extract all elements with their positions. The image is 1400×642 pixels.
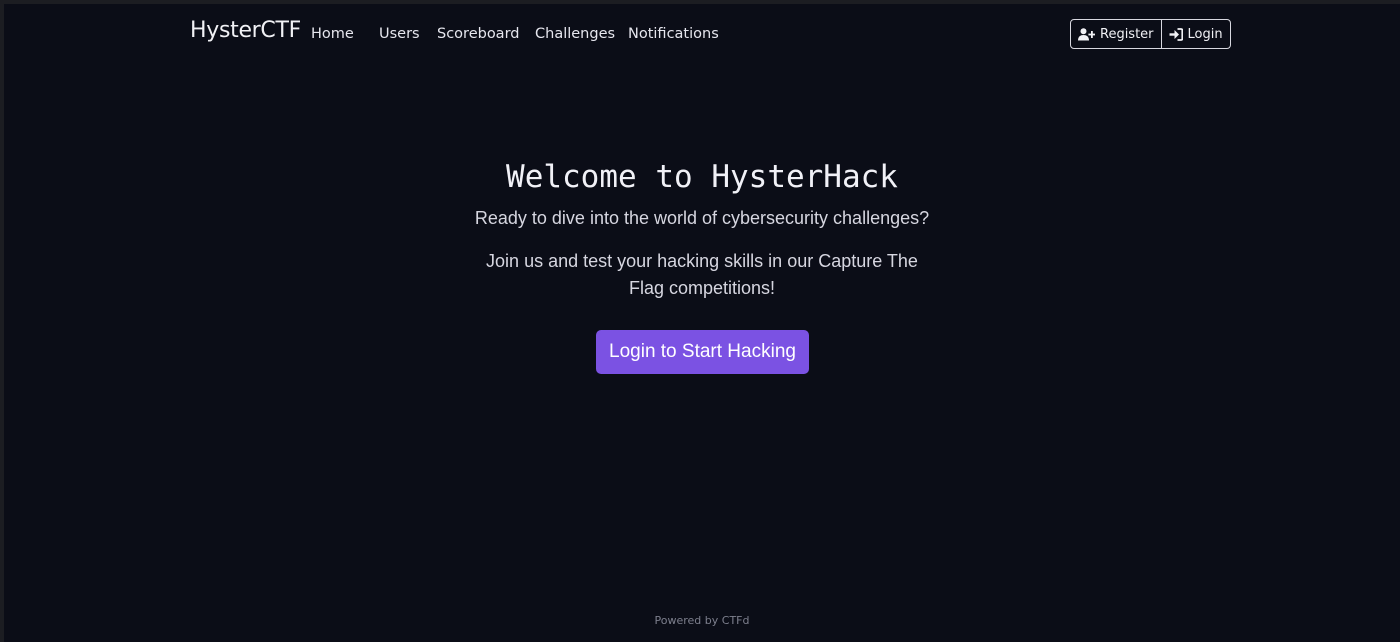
hero-description: Join us and test your hacking skills in …	[486, 251, 918, 298]
nav-link-challenges[interactable]: Challenges	[535, 24, 615, 44]
register-label: Register	[1100, 26, 1154, 42]
brand-logo[interactable]: HysterCTF	[190, 16, 301, 46]
page: HysterCTF Home Users Scoreboard Challeng…	[4, 4, 1400, 642]
register-button[interactable]: Register	[1071, 20, 1161, 48]
page-title: Welcome to HysterHack	[506, 159, 898, 195]
hero-subtitle: Ready to dive into the world of cybersec…	[474, 208, 930, 228]
auth-button-group: Register Login	[1070, 19, 1231, 49]
login-button[interactable]: Login	[1160, 20, 1230, 48]
nav-link-home[interactable]: Home	[311, 24, 354, 44]
footer-powered-by[interactable]: Powered by CTFd	[4, 613, 1400, 629]
login-to-start-button[interactable]: Login to Start Hacking	[596, 330, 809, 374]
user-plus-icon	[1078, 27, 1095, 41]
sign-in-icon	[1169, 27, 1183, 41]
nav-link-scoreboard[interactable]: Scoreboard	[437, 24, 519, 44]
navbar: HysterCTF Home Users Scoreboard Challeng…	[4, 4, 1400, 64]
nav-link-notifications[interactable]: Notifications	[628, 24, 719, 44]
login-label: Login	[1187, 26, 1223, 42]
nav-link-users[interactable]: Users	[379, 24, 420, 44]
